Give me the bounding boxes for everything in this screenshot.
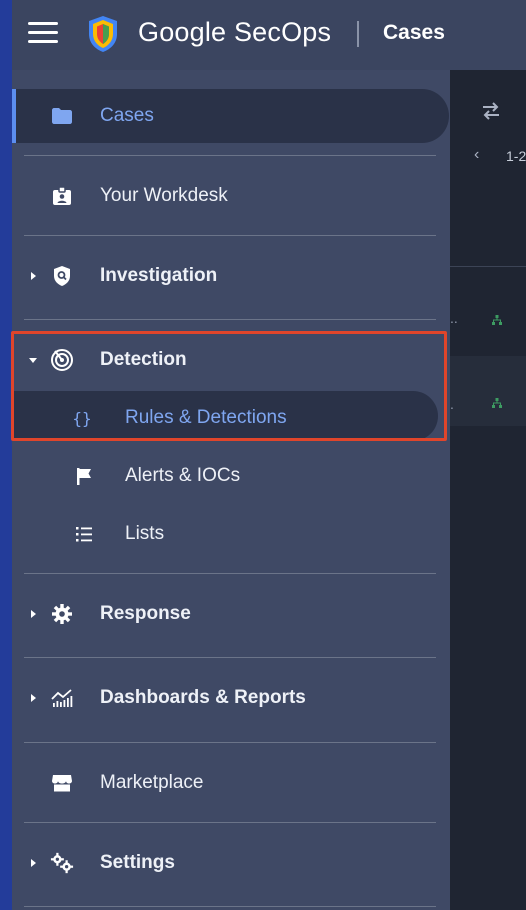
braces-icon: {} [72,408,92,428]
divider [24,235,436,236]
left-edge-strip [0,0,12,910]
divider [24,155,436,156]
sidebar-item-workdesk[interactable]: Your Workdesk [12,167,450,225]
sidebar-item-label: Marketplace [100,772,204,793]
main-content-area [450,70,526,910]
divider [24,573,436,574]
sidebar-item-dashboards-reports[interactable]: Dashboards & Reports [12,669,450,727]
sidebar-item-detection[interactable]: Detection [12,331,450,389]
hierarchy-icon[interactable] [491,397,503,409]
content-divider [450,266,526,267]
divider [24,319,436,320]
sidebar-item-label: Detection [100,349,187,370]
sidebar-item-label: Investigation [100,265,218,286]
flag-icon [72,464,96,488]
store-icon [50,771,74,795]
swap-icon[interactable] [480,100,502,122]
chevron-right-icon[interactable] [28,271,38,281]
sidebar-item-label: Alerts & IOCs [125,465,241,486]
chevron-right-icon[interactable] [28,609,38,619]
chart-icon [50,686,74,710]
divider [24,742,436,743]
folder-icon [50,104,74,128]
sidebar-item-label: Lists [125,523,165,544]
sidebar-item-rules-detections[interactable]: {} Rules & Detections [12,389,450,447]
sidebar-item-label: Settings [100,852,175,873]
sidebar-item-lists[interactable]: Lists [12,505,450,563]
sidebar-item-investigation[interactable]: Investigation [12,247,450,305]
list-icon [72,522,96,546]
pager-range: 1-2 [506,148,526,164]
sidebar-item-label: Response [100,603,191,624]
gear-icon [50,602,74,626]
chevron-down-icon[interactable] [28,355,38,365]
divider [24,822,436,823]
header-divider [357,21,359,47]
sidebar-item-marketplace[interactable]: Marketplace [12,754,450,812]
shield-search-icon [50,264,74,288]
gears-icon [50,851,74,875]
sidebar-item-response[interactable]: Response [12,585,450,643]
sidebar-item-label: Your Workdesk [100,185,228,206]
chevron-right-icon[interactable] [28,858,38,868]
radar-icon [50,348,74,372]
hierarchy-icon[interactable] [491,314,503,326]
chevron-right-icon[interactable] [28,693,38,703]
chevron-left-icon[interactable]: ‹ [474,146,479,164]
sidebar-item-cases[interactable]: Cases [12,87,450,145]
menu-icon[interactable] [28,22,58,46]
divider [24,906,436,907]
sidebar-item-label: Dashboards & Reports [100,687,306,708]
sidebar-item-alerts-iocs[interactable]: Alerts & IOCs [12,447,450,505]
divider [24,657,436,658]
row-ellipsis: .. [450,310,458,326]
sidebar-item-label: Cases [100,105,154,126]
row-ellipsis: . [450,396,454,412]
brand-name: Google SecOps [138,17,332,47]
secops-logo-icon [89,16,117,52]
badge-icon [50,184,74,208]
sidebar-item-label: Rules & Detections [125,407,287,428]
table-row[interactable] [450,356,526,426]
sidebar-item-settings[interactable]: Settings [12,834,450,892]
page-title: Cases [383,21,445,44]
